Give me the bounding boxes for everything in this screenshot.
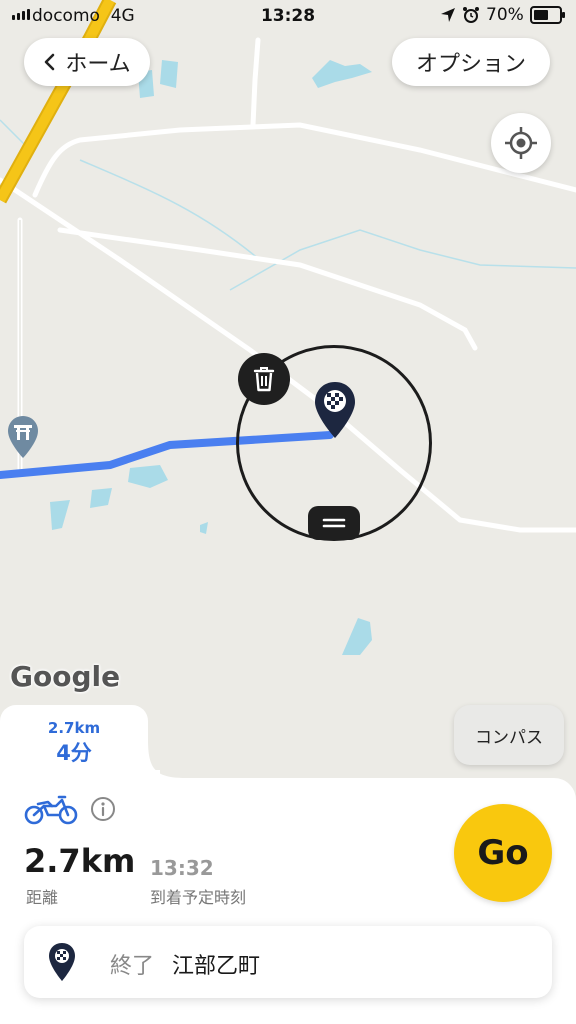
destination-pin-icon: [49, 943, 75, 981]
route-distance-label: 距離: [26, 888, 59, 907]
shrine-icon[interactable]: [6, 414, 40, 460]
options-button[interactable]: オプション: [392, 38, 550, 86]
menu-handle-icon: [322, 518, 346, 528]
back-chevron-icon: [45, 53, 55, 71]
motorcycle-icon[interactable]: [24, 792, 78, 826]
route-option-tab[interactable]: 2.7km 4分: [0, 705, 148, 795]
locate-icon: [505, 127, 537, 159]
home-button[interactable]: ホーム: [24, 38, 150, 86]
go-button[interactable]: Go: [454, 804, 552, 902]
arrival-time: 13:32: [150, 856, 214, 880]
destination-label: 終了: [110, 954, 155, 979]
delete-waypoint-button[interactable]: [238, 353, 290, 405]
arrival-time-label: 到着予定時刻: [150, 888, 247, 907]
destination-pin-icon[interactable]: [313, 380, 357, 440]
options-label: オプション: [415, 52, 526, 77]
alarm-icon: [463, 7, 479, 23]
status-icons: 70%: [440, 5, 565, 25]
route-tab-distance: 2.7km: [47, 719, 101, 737]
destination-card[interactable]: 終了 江部乙町: [24, 926, 552, 998]
locate-button[interactable]: [491, 113, 551, 173]
route-distance: 2.7km: [24, 842, 136, 880]
compass-button[interactable]: コンパス: [454, 705, 564, 765]
location-arrow-icon: [441, 8, 455, 22]
route-tab-corner: [146, 740, 186, 780]
waypoint-handle-button[interactable]: [308, 506, 360, 540]
google-logo: Google: [10, 660, 121, 693]
battery-icon: [529, 6, 565, 24]
route-tab-duration: 4分: [56, 741, 92, 765]
info-icon[interactable]: [90, 796, 116, 822]
trash-icon: [253, 367, 275, 392]
battery-percent: 70%: [486, 5, 524, 25]
destination-place: 江部乙町: [172, 954, 261, 979]
home-label: ホーム: [65, 52, 131, 77]
status-bar: docomo 4G 13:28 70%: [0, 0, 576, 32]
